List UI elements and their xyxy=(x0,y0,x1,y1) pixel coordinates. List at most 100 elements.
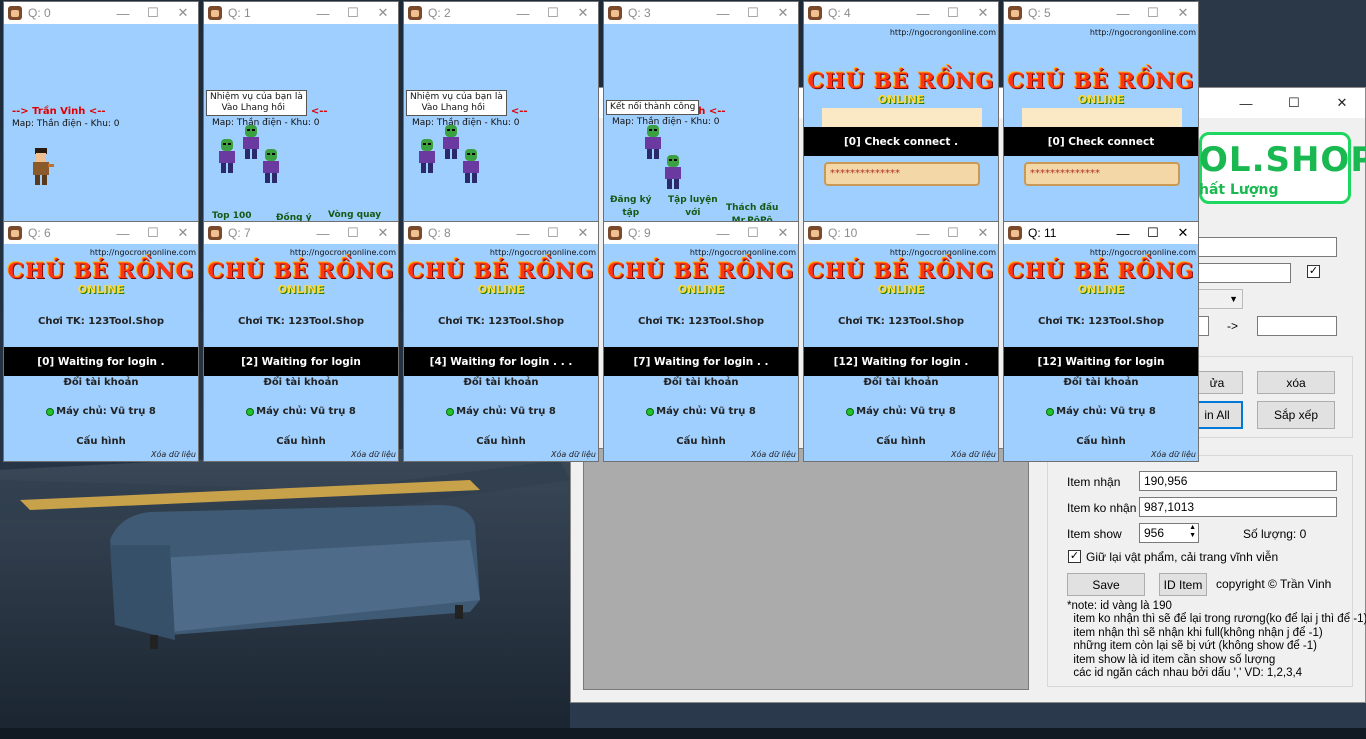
doi-tai-khoan-button[interactable]: Đổi tài khoản xyxy=(4,377,198,388)
close-icon[interactable]: ✕ xyxy=(168,225,198,241)
game-window-titlebar[interactable]: Q: 10 — ☐ ✕ xyxy=(804,222,998,244)
game-window-titlebar[interactable]: Q: 0 — ☐ ✕ xyxy=(4,2,198,24)
game-viewport[interactable]: --> Trần Vinh <--Map: Thần điện - Khu: 0… xyxy=(404,24,598,241)
game-viewport[interactable]: http://ngocrongonline.com CHÚ BÉ RỒNG ONLI… xyxy=(604,244,798,461)
game-window-titlebar[interactable]: Q: 5 — ☐ ✕ xyxy=(1004,2,1198,24)
game-viewport[interactable]: --> Trần Vinh <--Map: Thần điện - Khu: 0… xyxy=(204,24,398,241)
minimize-icon[interactable]: — xyxy=(1108,226,1138,241)
doi-tai-khoan-button[interactable]: Đổi tài khoản xyxy=(804,377,998,388)
game-window[interactable]: Q: 7 — ☐ ✕ http://ngocrongonline.com CHÚ BÉ R… xyxy=(203,221,399,462)
game-window-titlebar[interactable]: Q: 2 — ☐ ✕ xyxy=(404,2,598,24)
item-nhan-input[interactable]: 190,956 xyxy=(1139,471,1337,491)
close-icon[interactable]: ✕ xyxy=(568,5,598,21)
game-window[interactable]: Q: 10 — ☐ ✕ http://ngocrongonline.com CHÚ BÉ … xyxy=(803,221,999,462)
minimize-icon[interactable]: — xyxy=(508,226,538,241)
close-icon[interactable]: ✕ xyxy=(168,5,198,21)
xoa-du-lieu-button[interactable]: Xóa dữ liệu xyxy=(151,450,196,459)
xoa-du-lieu-button[interactable]: Xóa dữ liệu xyxy=(951,450,996,459)
game-viewport[interactable]: http://ngocrongonline.com CHÚ BÉ RỒNG ONLI… xyxy=(1004,244,1198,461)
maximize-icon[interactable]: ☐ xyxy=(738,225,768,241)
game-viewport[interactable]: http://ngocrongonline.com CHÚ BÉ RỒNG ONLI… xyxy=(4,244,198,461)
game-window-titlebar[interactable]: Q: 6 — ☐ ✕ xyxy=(4,222,198,244)
password-field[interactable]: ************** xyxy=(824,162,980,186)
xoa-du-lieu-button[interactable]: Xóa dữ liệu xyxy=(751,450,796,459)
server-selector[interactable]: Máy chủ: Vũ trụ 8 xyxy=(404,406,598,417)
game-viewport[interactable]: http://ngocrongonline.com CHÚ BÉ RỒNG ONLI… xyxy=(804,24,998,241)
maximize-icon[interactable]: ☐ xyxy=(1271,88,1317,118)
maximize-icon[interactable]: ☐ xyxy=(1138,225,1168,241)
game-window[interactable]: Q: 6 — ☐ ✕ http://ngocrongonline.com CHÚ BÉ R… xyxy=(3,221,199,462)
doi-tai-khoan-button[interactable]: Đổi tài khoản xyxy=(1004,377,1198,388)
input-2[interactable] xyxy=(1191,263,1291,283)
game-window-titlebar[interactable]: Q: 3 — ☐ ✕ xyxy=(604,2,798,24)
game-window[interactable]: Q: 9 — ☐ ✕ http://ngocrongonline.com CHÚ BÉ R… xyxy=(603,221,799,462)
game-viewport[interactable]: --> Trần Vinh <-- Map: Thần điện - Khu: 0 xyxy=(4,24,198,241)
sort-button[interactable]: Sắp xếp xyxy=(1257,401,1335,429)
server-selector[interactable]: Máy chủ: Vũ trụ 8 xyxy=(604,406,798,417)
game-viewport[interactable]: http://ngocrongonline.com CHÚ BÉ RỒNG ONLI… xyxy=(204,244,398,461)
game-viewport[interactable]: --> Trần Vinh <--Map: Thần điện - Khu: 0… xyxy=(604,24,798,241)
close-icon[interactable]: ✕ xyxy=(368,5,398,21)
minimize-icon[interactable]: — xyxy=(308,226,338,241)
game-window-titlebar[interactable]: Q: 1 — ☐ ✕ xyxy=(204,2,398,24)
cau-hinh-button[interactable]: Cấu hình xyxy=(4,436,198,447)
menu-dang-ky[interactable]: Đăng ký tập xyxy=(610,194,651,220)
doi-tai-khoan-button[interactable]: Đổi tài khoản xyxy=(404,377,598,388)
minimize-icon[interactable]: — xyxy=(108,6,138,21)
game-viewport[interactable]: http://ngocrongonline.com CHÚ BÉ RỒNG ONLI… xyxy=(1004,24,1198,241)
xoa-du-lieu-button[interactable]: Xóa dữ liệu xyxy=(551,450,596,459)
maximize-icon[interactable]: ☐ xyxy=(938,225,968,241)
giu-lai-checkbox[interactable]: ✓ xyxy=(1068,550,1081,563)
server-selector[interactable]: Máy chủ: Vũ trụ 8 xyxy=(204,406,398,417)
game-window[interactable]: Q: 11 — ☐ ✕ http://ngocrongonline.com CHÚ BÉ … xyxy=(1003,221,1199,462)
doi-tai-khoan-button[interactable]: Đổi tài khoản xyxy=(204,377,398,388)
server-selector[interactable]: Máy chủ: Vũ trụ 8 xyxy=(4,406,198,417)
item-ko-nhan-input[interactable]: 987,1013 xyxy=(1139,497,1337,517)
minimize-icon[interactable]: — xyxy=(708,6,738,21)
server-selector[interactable]: Máy chủ: Vũ trụ 8 xyxy=(804,406,998,417)
close-icon[interactable]: ✕ xyxy=(568,225,598,241)
item-show-stepper[interactable]: 956 ▲ ▼ xyxy=(1139,523,1199,543)
game-window[interactable]: Q: 3—☐✕--> Trần Vinh <--Map: Thần điện -… xyxy=(603,1,799,242)
cau-hinh-button[interactable]: Cấu hình xyxy=(604,436,798,447)
game-window[interactable]: Q: 2—☐✕--> Trần Vinh <--Map: Thần điện -… xyxy=(403,1,599,242)
close-icon[interactable]: ✕ xyxy=(1168,225,1198,241)
cau-hinh-button[interactable]: Cấu hình xyxy=(1004,436,1198,447)
close-icon[interactable]: ✕ xyxy=(1319,88,1365,118)
maximize-icon[interactable]: ☐ xyxy=(138,225,168,241)
checkbox-1[interactable]: ✓ xyxy=(1307,265,1320,278)
maximize-icon[interactable]: ☐ xyxy=(338,5,368,21)
game-window-titlebar[interactable]: Q: 11 — ☐ ✕ xyxy=(1004,222,1198,244)
doi-tai-khoan-button[interactable]: Đổi tài khoản xyxy=(604,377,798,388)
minimize-icon[interactable]: — xyxy=(308,6,338,21)
game-viewport[interactable]: http://ngocrongonline.com CHÚ BÉ RỒNG ONLI… xyxy=(804,244,998,461)
game-window-titlebar[interactable]: Q: 9 — ☐ ✕ xyxy=(604,222,798,244)
close-icon[interactable]: ✕ xyxy=(1168,5,1198,21)
close-icon[interactable]: ✕ xyxy=(368,225,398,241)
xoa-du-lieu-button[interactable]: Xóa dữ liệu xyxy=(1151,450,1196,459)
cau-hinh-button[interactable]: Cấu hình xyxy=(204,436,398,447)
game-window-titlebar[interactable]: Q: 7 — ☐ ✕ xyxy=(204,222,398,244)
game-window-titlebar[interactable]: Q: 4 — ☐ ✕ xyxy=(804,2,998,24)
minimize-icon[interactable]: — xyxy=(908,6,938,21)
maximize-icon[interactable]: ☐ xyxy=(338,225,368,241)
menu-tap-luyen[interactable]: Tập luyện với xyxy=(668,194,718,220)
minimize-icon[interactable]: — xyxy=(508,6,538,21)
maximize-icon[interactable]: ☐ xyxy=(738,5,768,21)
game-window-titlebar[interactable]: Q: 8 — ☐ ✕ xyxy=(404,222,598,244)
cau-hinh-button[interactable]: Cấu hình xyxy=(804,436,998,447)
game-window[interactable]: Q: 4— ☐ ✕ http://ngocrongonline.com CHÚ BÉ R… xyxy=(803,1,999,242)
game-window[interactable]: Q: 1—☐✕--> Trần Vinh <--Map: Thần điện -… xyxy=(203,1,399,242)
close-icon[interactable]: ✕ xyxy=(768,225,798,241)
minimize-icon[interactable]: — xyxy=(108,226,138,241)
id-item-button[interactable]: ID Item xyxy=(1159,573,1207,596)
minimize-icon[interactable]: — xyxy=(708,226,738,241)
close-icon[interactable]: ✕ xyxy=(968,225,998,241)
game-window[interactable]: Q: 8 — ☐ ✕ http://ngocrongonline.com CHÚ BÉ R… xyxy=(403,221,599,462)
maximize-icon[interactable]: ☐ xyxy=(538,225,568,241)
input-range-to[interactable] xyxy=(1257,316,1337,336)
game-window[interactable]: Q: 0— ☐ ✕ --> Trần Vinh <-- Map: Thần điện -… xyxy=(3,1,199,242)
input-1[interactable] xyxy=(1191,237,1337,257)
delete-button[interactable]: xóa xyxy=(1257,371,1335,394)
cau-hinh-button[interactable]: Cấu hình xyxy=(404,436,598,447)
